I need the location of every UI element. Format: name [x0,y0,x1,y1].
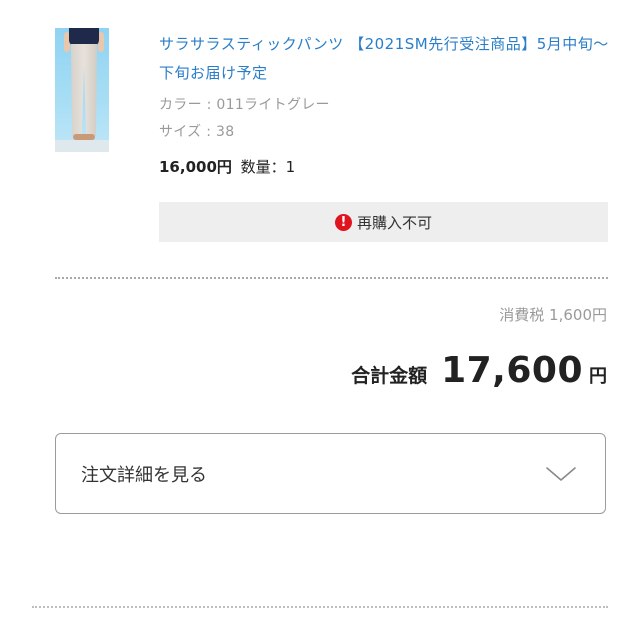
thumbnail-shoes [73,134,95,140]
rebuy-status-label: 再購入不可 [356,213,432,232]
order-item-page: サラサラスティックパンツ 【2021SM先行受注商品】5月中旬〜下旬お届け予定 … [0,0,640,640]
thumbnail-top [69,28,99,46]
tax-amount: 消費税 1,600円 [499,306,607,324]
product-title-link[interactable]: サラサラスティックパンツ 【2021SM先行受注商品】5月中旬〜下旬お届け予定 [159,30,609,88]
order-details-toggle[interactable]: 注文詳細を見る [55,433,606,514]
product-quantity: 数量：1 [240,158,296,176]
chevron-down-icon [546,466,576,481]
total-amount: 17,600 [441,350,583,391]
rebuy-status-bar: ! 再購入不可 [159,202,608,242]
dotted-divider-bottom [32,606,608,608]
total-currency: 円 [589,366,607,387]
order-product-item: サラサラスティックパンツ 【2021SM先行受注商品】5月中旬〜下旬お届け予定 … [55,28,608,242]
product-thumbnail[interactable] [55,28,109,152]
thumbnail-pants [71,44,97,136]
order-details-label: 注文詳細を見る [81,464,207,486]
product-size: サイズ : 38 [159,124,235,140]
price-quantity-line: 16,000円 数量：1 [159,156,295,177]
total-label: 合計金額 [351,365,428,387]
dotted-divider [55,277,608,279]
product-color: カラー : 011ライトグレー [159,97,330,113]
exclamation-circle-icon: ! [334,213,352,231]
thumbnail-floor [55,140,109,152]
order-total: 合計金額 17,600 円 [351,350,607,391]
product-price: 16,000円 [159,158,232,176]
